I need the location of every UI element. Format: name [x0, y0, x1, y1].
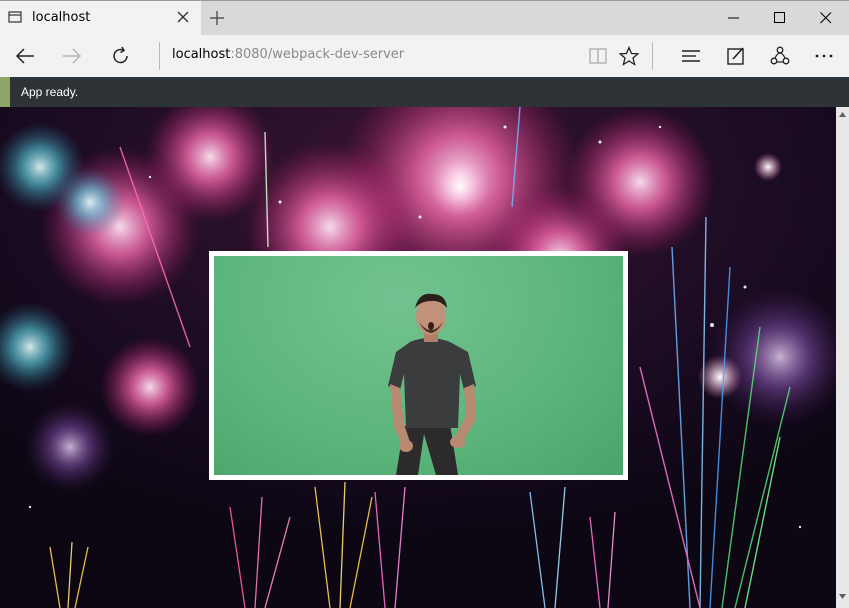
video-player[interactable]	[214, 256, 623, 475]
page-icon	[8, 11, 22, 23]
forward-arrow-icon	[63, 48, 82, 64]
tab-bar: localhost	[0, 0, 849, 35]
close-window-button[interactable]	[803, 5, 849, 31]
browser-tab[interactable]: localhost	[0, 1, 201, 35]
more-button[interactable]	[809, 41, 839, 71]
notification-accent	[0, 77, 10, 107]
favorite-button[interactable]	[614, 41, 644, 71]
minimize-button[interactable]	[711, 5, 757, 31]
vertical-scrollbar[interactable]	[836, 107, 849, 608]
url-field[interactable]: localhost:8080/webpack-dev-server	[172, 47, 404, 62]
address-bar: localhost:8080/webpack-dev-server	[0, 35, 849, 77]
hub-button[interactable]	[676, 41, 706, 71]
divider	[652, 42, 653, 70]
minimize-icon	[728, 17, 739, 19]
back-arrow-icon	[15, 48, 34, 64]
share-icon	[770, 46, 790, 65]
new-tab-icon[interactable]	[208, 9, 226, 27]
back-button[interactable]	[10, 41, 40, 71]
notification-text: App ready.	[21, 85, 79, 99]
maximize-button[interactable]	[757, 5, 803, 31]
share-button[interactable]	[765, 41, 795, 71]
scroll-down-arrow-icon[interactable]	[838, 592, 847, 601]
maximize-icon	[774, 12, 785, 23]
web-note-button[interactable]	[721, 41, 751, 71]
star-icon	[619, 46, 639, 66]
refresh-button[interactable]	[106, 41, 136, 71]
refresh-icon	[113, 46, 128, 64]
hub-icon	[682, 50, 700, 62]
more-icon	[815, 54, 833, 58]
url-host: localhost	[172, 47, 231, 62]
tab-title: localhost	[32, 10, 91, 25]
scroll-up-arrow-icon[interactable]	[838, 110, 847, 119]
person-figure	[388, 293, 476, 475]
web-note-icon	[727, 47, 744, 65]
reading-view-button[interactable]	[583, 41, 613, 71]
reading-view-icon	[589, 48, 607, 64]
forward-button[interactable]	[57, 41, 87, 71]
url-path: :8080/webpack-dev-server	[230, 47, 405, 62]
notification-bar: App ready.	[0, 77, 849, 107]
page-content	[0, 107, 836, 608]
divider	[159, 42, 160, 70]
video-frame	[209, 251, 628, 480]
close-tab-icon[interactable]	[176, 10, 190, 24]
close-icon	[820, 12, 832, 24]
